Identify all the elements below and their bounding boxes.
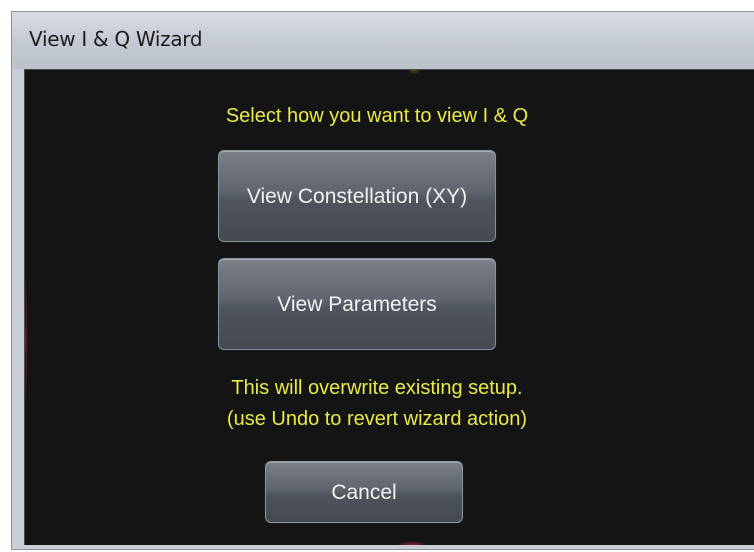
- view-parameters-label: View Parameters: [277, 293, 437, 316]
- wizard-dialog: View I & Q Wizard Select how you want to…: [11, 11, 754, 550]
- cancel-label: Cancel: [331, 481, 397, 504]
- view-constellation-label: View Constellation (XY): [246, 185, 468, 208]
- window-title: View I & Q Wizard: [29, 27, 203, 51]
- title-bar[interactable]: View I & Q Wizard: [12, 12, 754, 69]
- trace-marker-decoration-bottom: [397, 541, 427, 545]
- cancel-button[interactable]: Cancel: [265, 461, 463, 523]
- trace-marker-decoration: [407, 70, 421, 74]
- warning-text-line2: (use Undo to revert wizard action): [226, 408, 528, 430]
- view-constellation-button[interactable]: View Constellation (XY): [218, 150, 496, 242]
- view-parameters-button[interactable]: View Parameters: [218, 258, 496, 350]
- dialog-body: Select how you want to view I & Q View C…: [24, 69, 754, 545]
- warning-text-line1: This will overwrite existing setup.: [231, 377, 523, 399]
- prompt-text: Select how you want to view I & Q: [225, 105, 529, 127]
